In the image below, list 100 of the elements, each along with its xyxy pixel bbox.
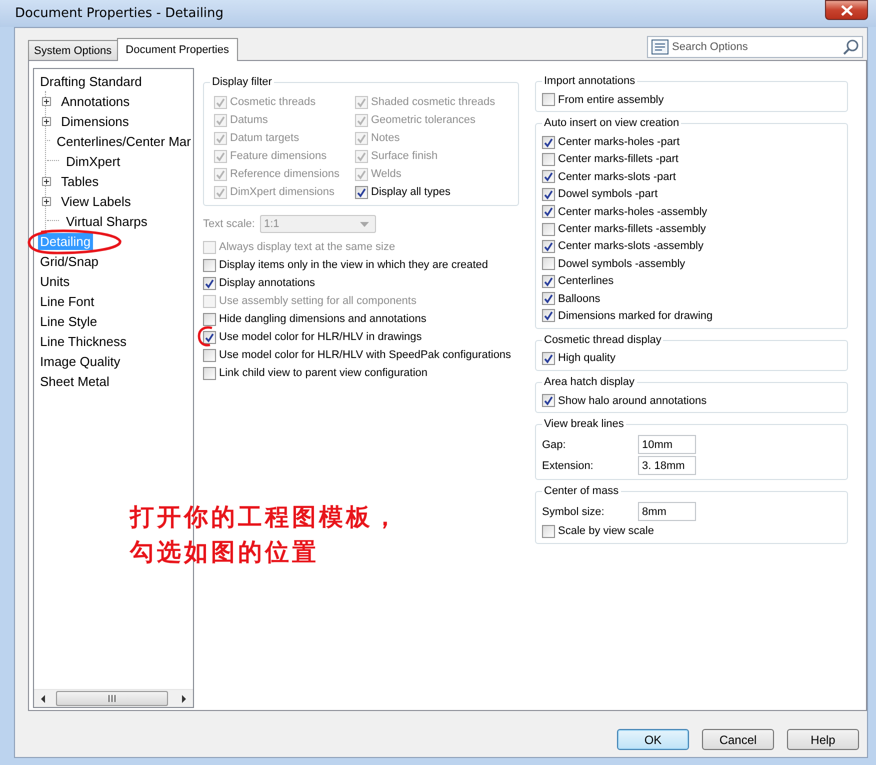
checkbox[interactable] xyxy=(542,257,555,270)
checkbox-label: Feature dimensions xyxy=(230,150,327,162)
right-arrow-icon[interactable] xyxy=(181,694,187,702)
checkbox[interactable] xyxy=(542,274,555,288)
input-field[interactable]: 3. 18mm xyxy=(638,456,696,476)
checkbox-label: Always display text at the same size xyxy=(219,241,396,253)
checkbox-label: Hide dangling dimensions and annotations xyxy=(219,313,426,325)
checkbox-label: Geometric tolerances xyxy=(371,114,476,126)
checkbox-label: Display items only in the view in which they are created xyxy=(219,259,488,271)
horizontal-scrollbar[interactable] xyxy=(34,689,193,707)
tree-item[interactable]: Units xyxy=(38,272,72,290)
tab[interactable]: Document Properties xyxy=(116,38,238,61)
checkbox-label: Use model color for HLR/HLV in drawings xyxy=(219,331,422,343)
checkbox[interactable] xyxy=(355,186,368,198)
checkbox-label: DimXpert dimensions xyxy=(230,186,335,198)
checkbox-label: Scale by view scale xyxy=(558,525,654,538)
checkbox[interactable] xyxy=(542,222,555,236)
tree-item[interactable]: Line Style xyxy=(38,312,100,330)
checkbox-label: Center marks-slots -assembly xyxy=(558,240,704,252)
field-label: Extension: xyxy=(542,460,594,472)
field-label: Gap: xyxy=(542,438,567,451)
checkbox-label: Welds xyxy=(371,168,402,180)
checkbox[interactable] xyxy=(203,330,216,344)
checkbox[interactable] xyxy=(542,93,555,106)
checkbox[interactable] xyxy=(542,292,555,306)
checkbox-label: Use assembly setting for all components xyxy=(219,295,416,307)
input-field[interactable]: 10mm xyxy=(638,435,696,454)
annotation-text: 打开你的工程图模板， 勾选如图的位置 xyxy=(130,502,400,568)
checkbox-label: Surface finish xyxy=(371,150,438,162)
tree-item[interactable]: Virtual Sharps xyxy=(64,212,150,230)
tree-item[interactable]: Grid/Snap xyxy=(38,252,101,270)
close-icon xyxy=(840,4,852,16)
checkbox-label: Center marks-fillets -assembly xyxy=(558,223,706,236)
checkbox-label: Center marks-slots -part xyxy=(558,170,676,183)
dialog-button[interactable]: OK xyxy=(617,729,689,750)
grip-icon xyxy=(108,695,116,702)
window-title: Document Properties - Detailing xyxy=(15,6,224,21)
search-field[interactable]: Search Options xyxy=(647,36,863,58)
checkbox-label: From entire assembly xyxy=(558,94,664,106)
field-label: Symbol size: xyxy=(542,506,606,518)
group-title: Cosmetic thread display xyxy=(542,332,664,347)
checkbox[interactable] xyxy=(542,205,555,218)
options-icon xyxy=(651,39,669,55)
tree-item[interactable]: Drafting Standard xyxy=(38,72,144,90)
checkbox-label: Show halo around annotations xyxy=(558,394,707,407)
checkbox-label: Datums xyxy=(230,114,268,126)
tree-item[interactable]: Centerlines/Center Mar xyxy=(54,132,193,150)
input-field[interactable]: 8mm xyxy=(638,502,696,522)
checkbox-label: Link child view to parent view configuration xyxy=(219,367,428,379)
tree-item[interactable]: Image Quality xyxy=(38,352,122,370)
checkbox-label: Display all types xyxy=(371,186,450,198)
field-label: Text scale: xyxy=(203,218,255,230)
search-input[interactable]: Search Options xyxy=(672,41,840,53)
search-icon xyxy=(843,39,859,55)
dialog-button[interactable]: Help xyxy=(787,729,859,750)
checkbox[interactable] xyxy=(203,348,216,362)
checkbox[interactable] xyxy=(542,136,555,149)
checkbox[interactable] xyxy=(542,240,555,253)
checkbox[interactable] xyxy=(542,188,555,201)
expand-icon[interactable] xyxy=(42,176,51,186)
close-button[interactable] xyxy=(825,0,868,20)
group-title: Display filter xyxy=(210,75,274,89)
dialog-button[interactable]: Cancel xyxy=(702,729,774,750)
checkbox-label: Center marks-holes -assembly xyxy=(558,206,708,218)
tree-item[interactable]: Sheet Metal xyxy=(38,372,112,390)
checkbox[interactable] xyxy=(542,152,555,166)
tree-item[interactable]: Line Thickness xyxy=(38,332,128,350)
checkbox-label: Dowel symbols -part xyxy=(558,188,658,200)
checkbox[interactable] xyxy=(203,258,216,272)
checkbox-label: Cosmetic threads xyxy=(230,96,316,108)
tree-item[interactable]: View Labels xyxy=(59,192,133,210)
checkbox[interactable] xyxy=(203,276,216,290)
checkbox[interactable] xyxy=(542,309,555,322)
group-title: Import annotations xyxy=(542,74,638,88)
checkbox[interactable] xyxy=(542,352,555,365)
caret-icon xyxy=(360,222,369,226)
checkbox-label: Balloons xyxy=(558,292,600,305)
checkbox-label: High quality xyxy=(558,352,616,364)
checkbox[interactable] xyxy=(542,394,555,408)
checkbox-label: Center marks-holes -part xyxy=(558,136,680,148)
group-title: Area hatch display xyxy=(542,375,636,390)
tree-item[interactable]: Line Font xyxy=(38,292,96,310)
checkbox-label: Reference dimensions xyxy=(230,168,340,180)
expand-icon[interactable] xyxy=(42,96,51,106)
tree-item[interactable]: DimXpert xyxy=(64,152,122,170)
checkbox[interactable] xyxy=(203,366,216,380)
tree-item[interactable]: Tables xyxy=(59,172,101,190)
tree-item[interactable]: Annotations xyxy=(59,92,132,110)
checkbox-label: Dimensions marked for drawing xyxy=(558,310,713,322)
expand-icon[interactable] xyxy=(42,196,51,206)
checkbox-label: Centerlines xyxy=(558,275,614,288)
tab[interactable]: System Options xyxy=(28,40,118,60)
expand-icon[interactable] xyxy=(42,116,51,126)
checkbox[interactable] xyxy=(542,170,555,184)
checkbox[interactable] xyxy=(542,524,555,538)
checkbox-label: Datum targets xyxy=(230,132,300,144)
tree-item[interactable]: Dimensions xyxy=(59,112,131,130)
checkbox-label: Shaded cosmetic threads xyxy=(371,96,496,108)
left-arrow-icon[interactable] xyxy=(40,694,46,702)
checkbox[interactable] xyxy=(203,312,216,326)
